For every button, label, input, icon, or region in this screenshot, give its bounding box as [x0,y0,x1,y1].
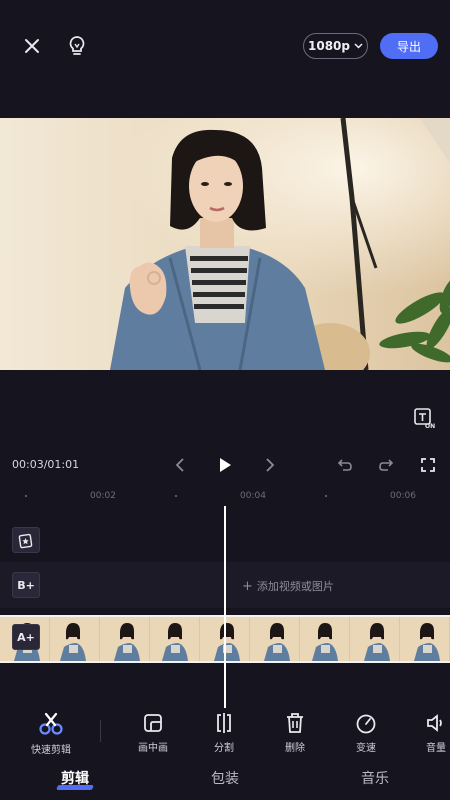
tab-music[interactable]: 音乐 [361,768,389,788]
clip-thumbnail [350,617,400,661]
close-icon[interactable] [20,34,44,58]
playback-time: 00:03/01:01 [12,458,80,471]
tool-divider [100,720,101,742]
ruler-dot [25,495,27,497]
add-media-label: 添加视频或图片 [256,580,334,593]
volume-icon [427,714,442,732]
video-frame-image [0,118,450,370]
tool-delete[interactable]: 删除 [265,712,325,754]
ruler-dot [325,495,327,497]
speed-gauge-icon [356,714,376,734]
redo-icon[interactable] [376,455,396,475]
track-b-button[interactable]: B+ [12,572,40,598]
resolution-label: 1080p [308,39,350,53]
video-preview[interactable] [0,118,450,370]
ruler-tick-label: 00:04 [240,491,266,501]
next-icon[interactable] [260,455,280,475]
tool-label: 分割 [214,743,234,754]
play-icon[interactable] [214,454,236,476]
playhead[interactable] [224,506,226,708]
tool-label: 画中画 [138,743,168,754]
text-on-icon[interactable]: ON [412,406,436,430]
picture-in-picture-icon [144,714,162,732]
undo-icon[interactable] [335,455,355,475]
tool-speed[interactable]: 变速 [336,712,396,754]
trash-icon [287,713,303,733]
track-a-button[interactable]: A+ [12,624,40,650]
resolution-selector[interactable]: 1080p [303,33,368,59]
svg-text:ON: ON [425,423,435,429]
tool-split[interactable]: 分割 [194,712,254,754]
add-media-button[interactable]: + 添加视频或图片 [242,578,334,594]
clip-thumbnail [100,617,150,661]
chevron-down-icon [354,43,363,49]
ruler-tick-label: 00:06 [390,491,416,501]
ruler-dot [175,495,177,497]
ruler-tick-label: 00:02 [90,491,116,501]
scissors-icon [39,712,63,735]
clip-thumbnail [300,617,350,661]
clip-thumbnail [150,617,200,661]
tab-edit[interactable]: 剪辑 [61,768,89,788]
clip-thumbnail [400,617,450,661]
lightbulb-icon[interactable] [64,32,90,60]
export-button[interactable]: 导出 [380,33,438,59]
top-bar: 1080p 导出 [0,0,450,92]
tool-volume[interactable]: 音量 [406,712,450,754]
sticker-track-button[interactable] [12,527,40,553]
tool-label: 音量 [426,743,446,754]
tool-label: 删除 [285,743,305,754]
tool-quick-edit[interactable]: 快速剪辑 [21,712,81,756]
tool-label: 变速 [356,743,376,754]
sticker-star-icon [18,533,33,549]
prev-icon[interactable] [170,455,190,475]
tool-picture-in-picture[interactable]: 画中画 [123,712,183,754]
clip-thumbnail [50,617,100,661]
split-icon [217,713,231,733]
fullscreen-icon[interactable] [418,455,438,475]
tool-label: 快速剪辑 [31,745,71,756]
clip-thumbnail [250,617,300,661]
plus-icon: + [242,579,253,594]
tab-packaging[interactable]: 包装 [211,768,239,788]
